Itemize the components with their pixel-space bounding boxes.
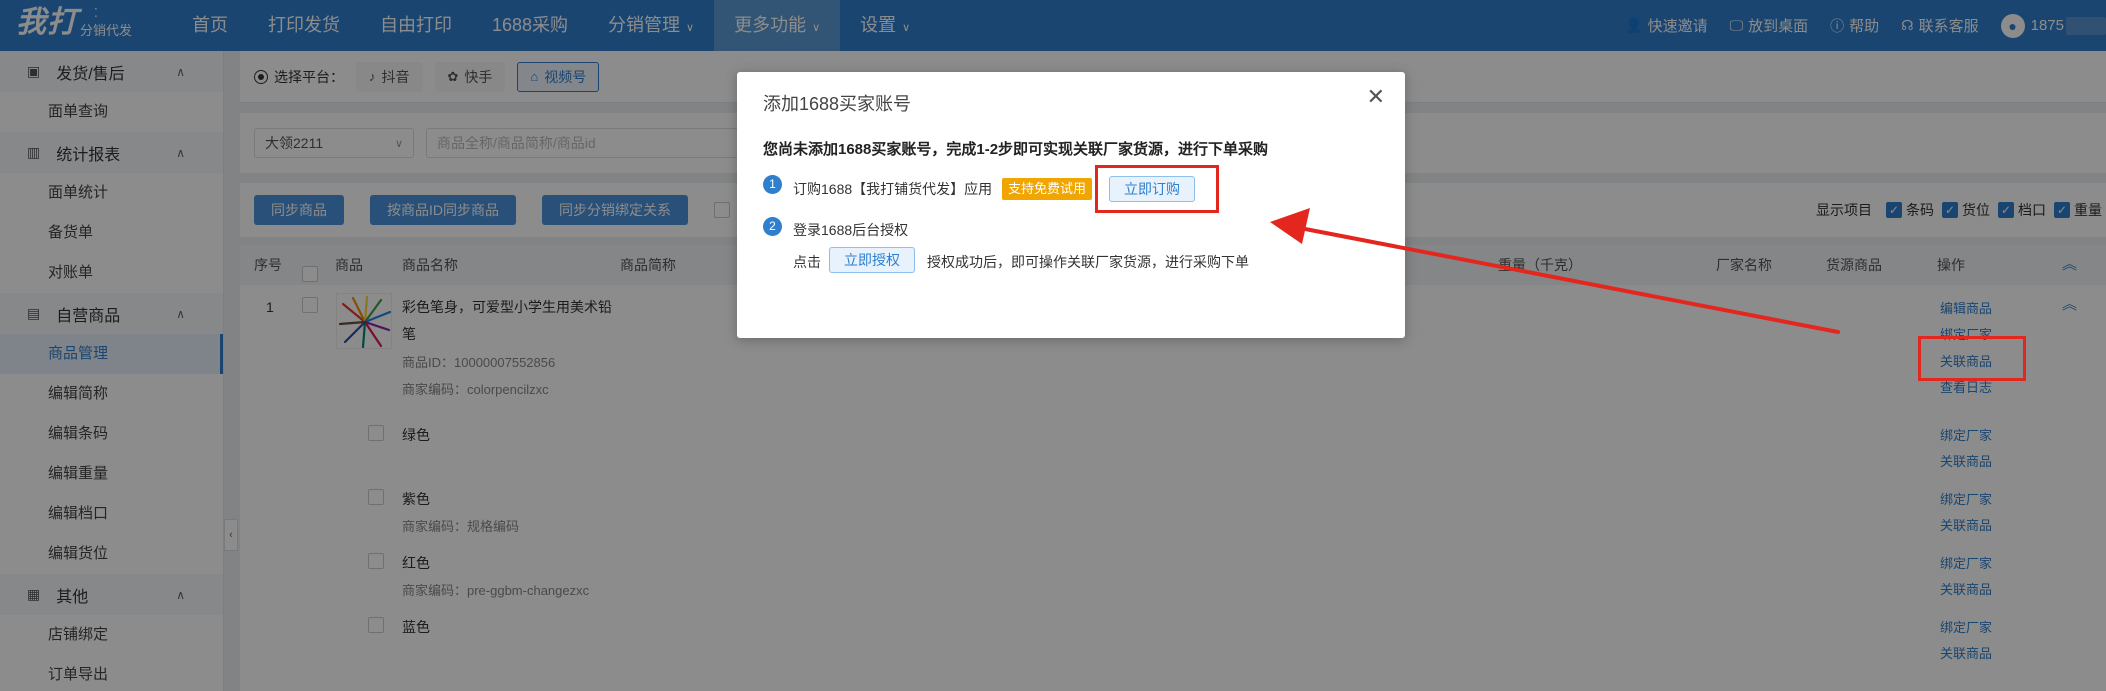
annotation-arrow [1270, 208, 1840, 334]
